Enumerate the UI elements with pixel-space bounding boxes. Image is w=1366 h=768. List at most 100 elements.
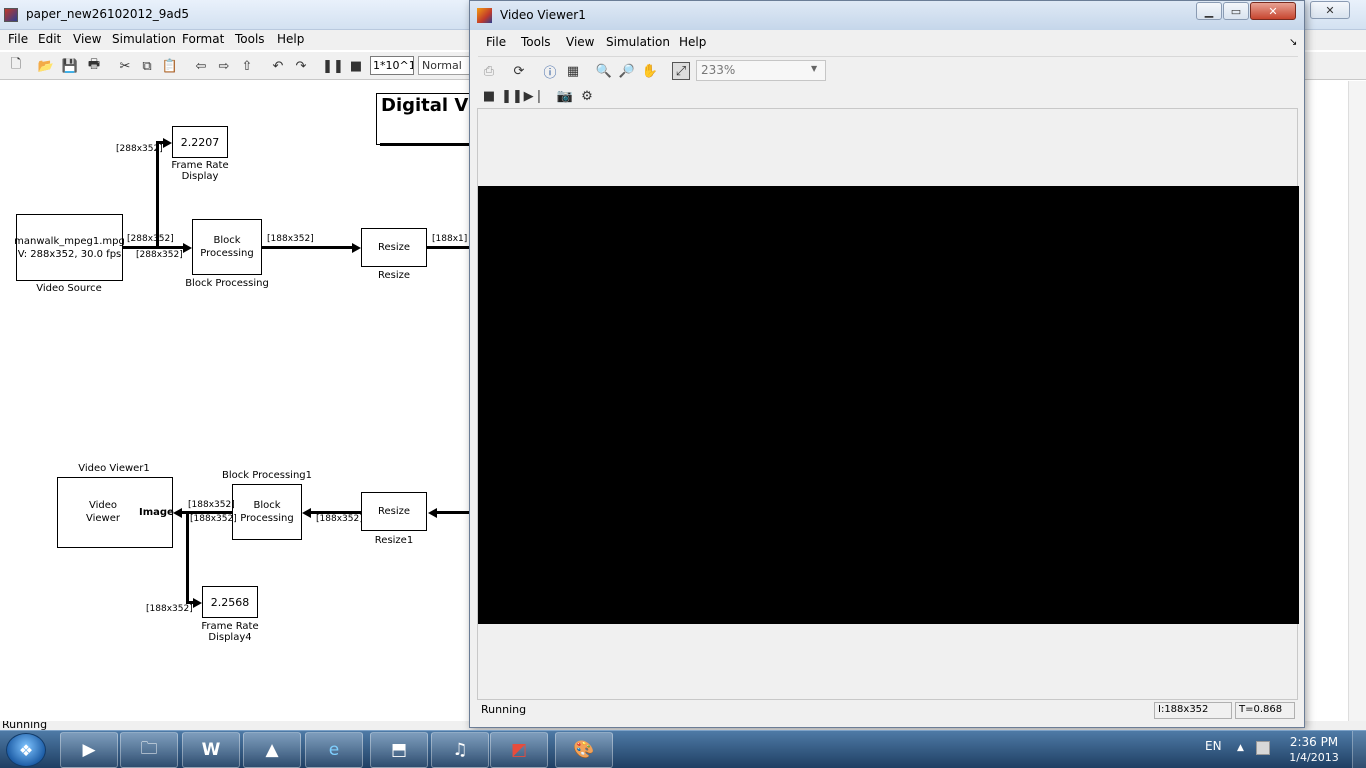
menu-help[interactable]: Help: [277, 32, 304, 46]
maximize-icon[interactable]: ▭: [1223, 2, 1249, 20]
video-viewer-port-label: Image: [139, 507, 174, 518]
video-source-label: Video Source: [36, 283, 102, 294]
signal-line-branch-down[interactable]: [186, 511, 189, 604]
close-icon[interactable]: ✕: [1250, 2, 1296, 20]
open-folder-icon[interactable]: 📂: [37, 57, 55, 75]
zoom-level-select[interactable]: 233% ▼: [696, 60, 826, 81]
block-processing1-block[interactable]: Block Processing: [232, 484, 302, 540]
video-viewer-menubar: File Tools View Simulation Help ↘: [478, 33, 1298, 53]
new-model-icon[interactable]: 🗋: [7, 57, 25, 75]
pause-icon[interactable]: ❚❚: [322, 57, 344, 75]
menu-file[interactable]: File: [8, 32, 28, 46]
back-arrow-icon[interactable]: ⇦: [192, 57, 210, 75]
action-center-flag-icon[interactable]: [1256, 741, 1270, 755]
tray-overflow-icon[interactable]: ▲: [1237, 743, 1244, 753]
print-icon[interactable]: ⎙: [480, 62, 498, 80]
pixel-region-icon[interactable]: ▦: [564, 62, 582, 80]
highlight-block-icon[interactable]: ⚙: [578, 87, 596, 105]
paste-icon[interactable]: 📋: [161, 57, 179, 75]
sync-icon[interactable]: ⟳: [510, 62, 528, 80]
media-center-icon[interactable]: ▶: [60, 732, 118, 768]
word-icon[interactable]: W: [182, 732, 240, 768]
pause-icon[interactable]: ❚❚: [501, 87, 523, 105]
canvas-vertical-scrollbar[interactable]: [1348, 81, 1366, 721]
zoom-in-icon[interactable]: 🔍: [595, 62, 613, 80]
show-desktop-button[interactable]: [1352, 731, 1366, 768]
simulation-mode-select[interactable]: Normal: [418, 56, 470, 75]
video-display-area[interactable]: [477, 108, 1299, 700]
frame-rate-value: 2.2207: [180, 135, 220, 149]
clock-time[interactable]: 2:36 PM: [1282, 735, 1346, 749]
menu-tools[interactable]: Tools: [235, 32, 265, 46]
info-icon[interactable]: ⓘ: [541, 62, 559, 81]
clock-date[interactable]: 1/4/2013: [1282, 751, 1346, 764]
signal-line-source-to-bp[interactable]: [123, 246, 183, 249]
network-icon[interactable]: ⬒: [370, 732, 428, 768]
zoom-out-icon[interactable]: 🔎: [618, 62, 636, 80]
resize-text: Resize: [377, 242, 411, 253]
simulation-time-field: T=0.868: [1235, 702, 1295, 719]
minimize-icon[interactable]: ▁: [1196, 2, 1222, 20]
block-processing-text-2: Processing: [200, 248, 254, 259]
menu-format[interactable]: Format: [182, 32, 224, 46]
stop-time-input[interactable]: 1*10^1: [370, 56, 414, 75]
copy-icon[interactable]: ⧉: [138, 57, 156, 75]
resize-block[interactable]: Resize: [361, 228, 427, 267]
block-processing-block[interactable]: Block Processing: [192, 219, 262, 275]
resize1-block[interactable]: Resize: [361, 492, 427, 531]
stop-icon[interactable]: ■: [480, 87, 498, 105]
step-forward-icon[interactable]: ▶❘: [524, 87, 545, 105]
video-source-format: V: 288x352, 30.0 fps: [17, 248, 122, 260]
redo-icon[interactable]: ↷: [292, 57, 310, 75]
video-viewer-playback-toolbar: ■ ❚❚ ▶❘ 📷 ⚙: [478, 85, 1298, 107]
vv-menu-tools[interactable]: Tools: [521, 35, 551, 49]
video-source-filename: manwalk_mpeg1.mpg: [14, 235, 125, 247]
vv-menu-simulation[interactable]: Simulation: [606, 35, 670, 49]
save-icon[interactable]: 💾: [61, 57, 79, 75]
paint-icon[interactable]: 🎨: [555, 732, 613, 768]
start-button[interactable]: ❖: [6, 733, 46, 767]
signal-arrow-source-to-bp: [183, 243, 192, 253]
resize-label: Resize: [377, 270, 411, 281]
undo-icon[interactable]: ↶: [269, 57, 287, 75]
signal-line-into-resize1[interactable]: [437, 511, 470, 514]
video-viewer-window: Video Viewer1 ▁ ▭ ✕ File Tools View Simu…: [469, 0, 1305, 728]
vv-menu-file[interactable]: File: [486, 35, 506, 49]
fit-to-window-icon[interactable]: ⤢: [672, 62, 690, 80]
vv-menu-help[interactable]: Help: [679, 35, 706, 49]
menu-edit[interactable]: Edit: [38, 32, 61, 46]
dock-arrow-icon[interactable]: ↘: [1289, 37, 1297, 48]
signal-line-resize-out[interactable]: [427, 246, 470, 249]
menu-simulation[interactable]: Simulation: [112, 32, 176, 46]
video-viewer-text-1: Video: [88, 500, 118, 511]
app-icon[interactable]: ◩: [490, 732, 548, 768]
signal-dim-label: [288x352]: [116, 144, 163, 154]
vv-menu-view[interactable]: View: [566, 35, 594, 49]
frame-rate-display-block[interactable]: 2.2207: [172, 126, 228, 158]
matlab-taskbar-icon[interactable]: ▲: [243, 732, 301, 768]
language-indicator[interactable]: EN: [1205, 739, 1222, 753]
itunes-icon[interactable]: ♫: [431, 732, 489, 768]
signal-line-bp-to-resize[interactable]: [262, 246, 352, 249]
signal-line-branch-up[interactable]: [156, 141, 159, 248]
stop-icon[interactable]: ■: [347, 57, 365, 75]
frame-rate-display4-label: Frame Rate Display4: [201, 621, 259, 643]
signal-arrow-to-frame-rate4: [193, 598, 202, 608]
frame-rate-display4-block[interactable]: 2.2568: [202, 586, 258, 618]
video-viewer-block[interactable]: Video Viewer Image: [57, 477, 174, 548]
cut-icon[interactable]: ✂: [116, 57, 134, 75]
explorer-folder-icon[interactable]: 🗀: [120, 732, 178, 768]
video-viewer-titlebar[interactable]: Video Viewer1 ▁ ▭ ✕: [470, 1, 1304, 30]
video-viewer-block-label: Video Viewer1: [78, 463, 150, 474]
snapshot-camera-icon[interactable]: 📷: [556, 87, 574, 105]
simulink-close-icon[interactable]: ✕: [1310, 1, 1350, 19]
pan-hand-icon[interactable]: ✋: [641, 62, 659, 80]
windows-taskbar: ❖ ▶ 🗀 W ▲ e ⬒ ♫ ◩ 🎨 EN ▲ 2:36 PM 1/4/201…: [0, 730, 1366, 768]
internet-explorer-icon[interactable]: e: [305, 732, 363, 768]
forward-arrow-icon[interactable]: ⇨: [215, 57, 233, 75]
up-arrow-icon[interactable]: ⇧: [238, 57, 256, 75]
print-icon[interactable]: 🖶: [85, 57, 103, 75]
menu-view[interactable]: View: [73, 32, 101, 46]
block-processing-text-1: Block: [213, 235, 241, 246]
video-source-block[interactable]: manwalk_mpeg1.mpg V: 288x352, 30.0 fps: [14, 214, 125, 281]
